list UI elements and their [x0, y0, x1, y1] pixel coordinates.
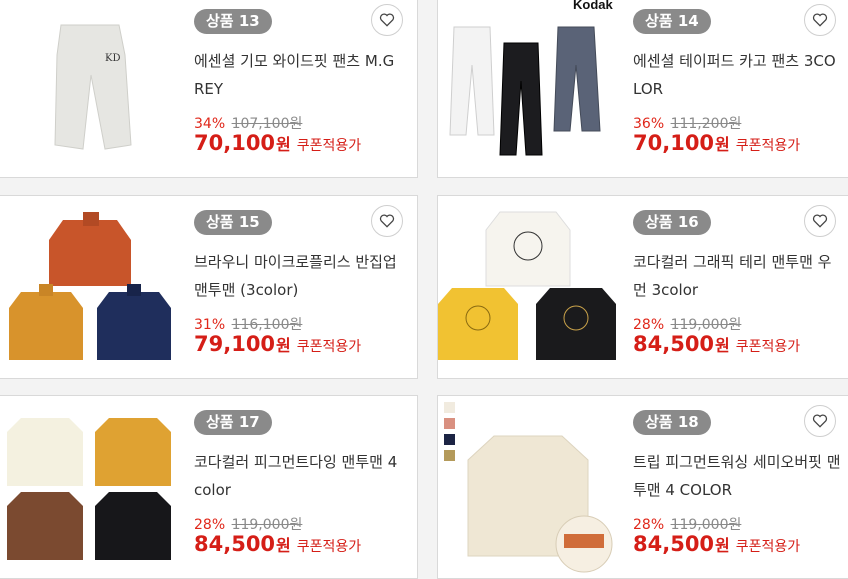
product-card-16[interactable]: 상품 16 코다컬러 그래픽 테리 맨투맨 우먼 3color 28% 119,…: [437, 195, 848, 379]
discount-info: 28% 119,000원: [633, 314, 741, 334]
original-price: 119,000원: [231, 517, 303, 533]
coupon-label: 쿠폰적용가: [735, 539, 801, 555]
product-card-18[interactable]: 상품 18 트립 피그먼트워싱 세미오버핏 맨투맨 4 COLOR 28% 11…: [437, 395, 848, 579]
sale-price: 79,100: [194, 332, 276, 356]
heart-icon: [812, 13, 828, 27]
discount-rate: 36%: [633, 116, 665, 132]
currency-unit: 원: [715, 336, 730, 355]
product-image-graphic-sweatshirt[interactable]: [438, 196, 618, 378]
product-card-14[interactable]: Kodak 상품 14 에센셜 테이퍼드 카고 팬츠 3COLOR 36% 11…: [437, 0, 848, 178]
product-image-trip-sweatshirt[interactable]: [438, 396, 618, 578]
currency-unit: 원: [715, 536, 730, 555]
product-image-cargo-pants[interactable]: Kodak: [438, 0, 618, 177]
coupon-label: 쿠폰적용가: [735, 339, 801, 355]
currency-unit: 원: [276, 336, 291, 355]
wishlist-button[interactable]: [371, 4, 403, 36]
currency-unit: 원: [276, 135, 291, 154]
discount-rate: 28%: [194, 517, 226, 533]
sale-price: 84,500: [633, 332, 715, 356]
currency-unit: 원: [715, 135, 730, 154]
original-price: 111,200원: [670, 116, 742, 132]
product-number-badge: 상품 17: [194, 410, 272, 435]
original-price: 107,100원: [231, 116, 303, 132]
sale-price-line: 84,500원 쿠폰적용가: [633, 332, 800, 356]
product-title[interactable]: 코다컬러 그래픽 테리 맨투맨 우먼 3color: [633, 248, 843, 304]
discount-info: 36% 111,200원: [633, 113, 741, 133]
coupon-label: 쿠폰적용가: [735, 138, 801, 154]
product-card-15[interactable]: 상품 15 브라우니 마이크로플리스 반집업 맨투맨 (3color) 31% …: [0, 195, 418, 379]
wishlist-button[interactable]: [804, 205, 836, 237]
heart-icon: [379, 214, 395, 228]
coupon-label: 쿠폰적용가: [296, 339, 362, 355]
discount-info: 28% 119,000원: [633, 514, 741, 534]
discount-rate: 28%: [633, 317, 665, 333]
sale-price-line: 79,100원 쿠폰적용가: [194, 332, 361, 356]
discount-info: 31% 116,100원: [194, 314, 302, 334]
heart-icon: [812, 214, 828, 228]
original-price: 119,000원: [670, 517, 742, 533]
coupon-label: 쿠폰적용가: [296, 539, 362, 555]
product-title[interactable]: 에센셜 기모 와이드핏 팬츠 M.GREY: [194, 47, 404, 103]
sale-price-line: 84,500원 쿠폰적용가: [194, 532, 361, 556]
discount-info: 28% 119,000원: [194, 514, 302, 534]
product-number-badge: 상품 13: [194, 9, 272, 34]
sale-price: 84,500: [194, 532, 276, 556]
product-number-badge: 상품 18: [633, 410, 711, 435]
sale-price-line: 84,500원 쿠폰적용가: [633, 532, 800, 556]
currency-unit: 원: [276, 536, 291, 555]
discount-info: 34% 107,100원: [194, 113, 302, 133]
product-card-13[interactable]: KD 상품 13 에센셜 기모 와이드핏 팬츠 M.GREY 34% 107,1…: [0, 0, 418, 178]
product-number-badge: 상품 14: [633, 9, 711, 34]
product-number-badge: 상품 15: [194, 210, 272, 235]
product-title[interactable]: 코다컬러 피그먼트다잉 맨투맨 4color: [194, 448, 404, 504]
product-title[interactable]: 브라우니 마이크로플리스 반집업 맨투맨 (3color): [194, 248, 404, 304]
product-image-wide-pants[interactable]: KD: [0, 0, 179, 177]
sale-price-line: 70,100원 쿠폰적용가: [194, 131, 361, 155]
product-card-17[interactable]: 상품 17 코다컬러 피그먼트다잉 맨투맨 4color 28% 119,000…: [0, 395, 418, 579]
discount-rate: 28%: [633, 517, 665, 533]
heart-icon: [379, 13, 395, 27]
original-price: 119,000원: [670, 317, 742, 333]
product-title[interactable]: 에센셜 테이퍼드 카고 팬츠 3COLOR: [633, 47, 843, 103]
wishlist-button[interactable]: [804, 4, 836, 36]
kodak-logo: Kodak: [573, 0, 613, 12]
product-number-badge: 상품 16: [633, 210, 711, 235]
discount-rate: 34%: [194, 116, 226, 132]
sale-price: 84,500: [633, 532, 715, 556]
discount-rate: 31%: [194, 317, 226, 333]
sale-price-line: 70,100원 쿠폰적용가: [633, 131, 800, 155]
sale-price: 70,100: [194, 131, 276, 155]
original-price: 116,100원: [231, 317, 303, 333]
heart-icon: [812, 414, 828, 428]
sale-price: 70,100: [633, 131, 715, 155]
wishlist-button[interactable]: [804, 405, 836, 437]
svg-text:KD: KD: [105, 53, 121, 64]
product-image-pigment-sweatshirt[interactable]: [0, 396, 179, 578]
product-image-fleece-halfzip[interactable]: [0, 196, 179, 378]
coupon-label: 쿠폰적용가: [296, 138, 362, 154]
product-title[interactable]: 트립 피그먼트워싱 세미오버핏 맨투맨 4 COLOR: [633, 448, 843, 504]
wishlist-button[interactable]: [371, 205, 403, 237]
